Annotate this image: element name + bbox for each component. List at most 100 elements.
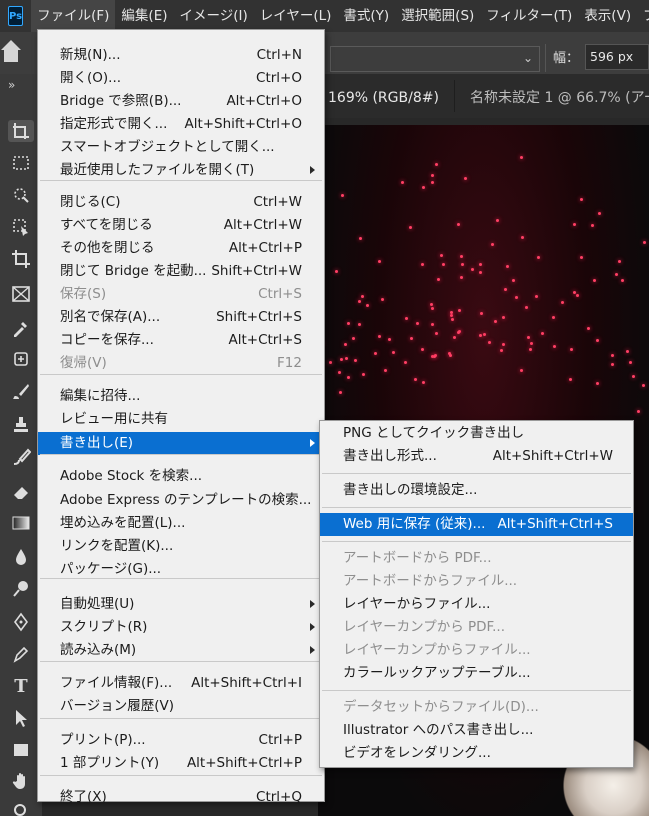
file-menu-item-save-a-copy[interactable]: コピーを保存... Alt+Ctrl+S <box>38 329 324 352</box>
brush-tool-icon[interactable] <box>8 381 34 403</box>
menu-edit[interactable]: 編集(E) <box>115 0 173 32</box>
file-menu-item-open-as[interactable]: 指定形式で開く... Alt+Shift+Ctrl+O <box>38 113 324 136</box>
export-menu-item-render-video[interactable]: ビデオをレンダリング... <box>320 742 633 765</box>
rectangle-tool-icon[interactable] <box>8 739 34 761</box>
gradient-tool-icon[interactable] <box>8 512 34 534</box>
menu-item-shortcut: Alt+Shift+Ctrl+I <box>191 675 302 691</box>
file-menu-item-search-adobe-stock[interactable]: Adobe Stock を検索... <box>38 465 324 488</box>
export-menu-item-color-lookup-tables[interactable]: カラールックアップテーブル... <box>320 662 633 685</box>
file-menu-item-close-and-go-to-bridge[interactable]: 閉じて Bridge を起動... Shift+Ctrl+W <box>38 260 324 283</box>
history-brush-tool-icon[interactable] <box>8 447 34 469</box>
marquee-tool-icon[interactable] <box>8 152 34 174</box>
menu-file[interactable]: ファイル(F) <box>31 0 116 32</box>
firework-spark <box>460 254 464 258</box>
menu-item-label: PNG としてクイック書き出し <box>343 425 525 441</box>
export-menu-item-layers-to-files[interactable]: レイヤーからファイル... <box>320 593 633 616</box>
menu-layer[interactable]: レイヤー(L) <box>254 0 338 32</box>
menu-filter[interactable]: フィルター(T) <box>480 0 578 32</box>
export-menu-item-data-sets-as-files[interactable]: データセットからファイル(D)... <box>320 696 633 719</box>
blur-tool-icon[interactable] <box>8 546 34 568</box>
export-menu-item-export-preferences[interactable]: 書き出しの環境設定... <box>320 479 633 502</box>
eyedropper-tool-icon[interactable] <box>8 317 34 339</box>
file-menu-item-save-as[interactable]: 別名で保存(A)... Shift+Ctrl+S <box>38 306 324 329</box>
tab-document-active[interactable]: 169% (RGB/8#) <box>328 88 439 108</box>
file-menu-item-new[interactable]: 新規(N)... Ctrl+N <box>38 44 324 67</box>
quick-selection-tool-icon[interactable] <box>8 184 34 206</box>
firework-spark <box>337 370 341 374</box>
firework-spark <box>434 162 438 166</box>
file-menu-item-close[interactable]: 閉じる(C) Ctrl+W <box>38 191 324 214</box>
export-menu-item-export-as[interactable]: 書き出し形式... Alt+Shift+Ctrl+W <box>320 445 633 468</box>
zoom-tool-icon[interactable] <box>8 800 34 816</box>
options-dropdown[interactable] <box>330 46 540 72</box>
file-menu-item-invite-to-edit[interactable]: 編集に招待... <box>38 385 324 408</box>
export-menu-item-artboards-to-files[interactable]: アートボードからファイル... <box>320 570 633 593</box>
menu-plugins[interactable]: プラ <box>637 0 649 32</box>
frame-tool-icon[interactable] <box>8 283 34 305</box>
file-menu-item-save[interactable]: 保存(S) Ctrl+S <box>38 283 324 306</box>
object-selection-tool-icon[interactable] <box>8 216 34 238</box>
file-menu-item-automate[interactable]: 自動処理(U) <box>38 593 324 616</box>
artboard-tool-icon[interactable] <box>8 120 34 142</box>
file-menu-item-place-linked[interactable]: リンクを配置(K)... <box>38 535 324 558</box>
width-label: 幅： <box>553 51 580 66</box>
file-menu-item-revert[interactable]: 復帰(V) F12 <box>38 352 324 375</box>
export-menu-item-artboards-to-pdf[interactable]: アートボードから PDF... <box>320 547 633 570</box>
file-menu-item-open-recent[interactable]: 最近使用したファイルを開く(T) <box>38 159 324 182</box>
firework-spark <box>439 253 443 257</box>
file-menu-item-export[interactable]: 書き出し(E) <box>38 432 324 455</box>
firework-spark <box>334 269 338 273</box>
file-menu-item-version-history[interactable]: バージョン履歴(V) <box>38 695 324 718</box>
file-menu-item-share-for-review[interactable]: レビュー用に共有 <box>38 408 324 431</box>
file-menu-item-place-embedded[interactable]: 埋め込みを配置(L)... <box>38 512 324 535</box>
file-menu-item-file-info[interactable]: ファイル情報(F)... Alt+Shift+Ctrl+I <box>38 672 324 695</box>
clone-stamp-tool-icon[interactable] <box>8 414 34 436</box>
firework-spark <box>569 347 573 351</box>
file-menu-item-search-adobe-express-templates[interactable]: Adobe Express のテンプレートの検索... <box>38 489 324 512</box>
file-menu-item-close-others[interactable]: その他を閉じる Alt+Ctrl+P <box>38 237 324 260</box>
firework-spark <box>595 381 599 385</box>
file-menu-item-open[interactable]: 開く(O)... Ctrl+O <box>38 67 324 90</box>
menu-item-label: 開く(O)... <box>60 70 122 86</box>
export-menu-item-quick-export-png[interactable]: PNG としてクイック書き出し <box>320 422 633 445</box>
crop-tool-icon[interactable] <box>8 248 34 270</box>
firework-spark <box>449 313 453 317</box>
file-menu-item-open-as-smart-object[interactable]: スマートオブジェクトとして開く... <box>38 136 324 159</box>
menu-view[interactable]: 表示(V) <box>578 0 637 32</box>
pen-tool-icon[interactable] <box>8 611 34 633</box>
hand-tool-icon[interactable] <box>8 770 34 792</box>
menu-item-label: レビュー用に共有 <box>60 411 168 427</box>
file-menu-item-browse-in-bridge[interactable]: Bridge で参照(B)... Alt+Ctrl+O <box>38 90 324 113</box>
tab-document-untitled[interactable]: 名称未設定 1 @ 66.7% (アー <box>470 88 649 108</box>
file-menu-item-import[interactable]: 読み込み(M) <box>38 639 324 662</box>
export-menu-item-layer-comps-to-pdf[interactable]: レイヤーカンプから PDF... <box>320 616 633 639</box>
menu-image[interactable]: イメージ(I) <box>174 0 254 32</box>
firework-spark <box>328 360 332 364</box>
width-input[interactable]: 596 px <box>585 44 649 70</box>
file-menu-item-exit[interactable]: 終了(X) Ctrl+Q <box>38 786 324 809</box>
file-menu-item-print[interactable]: プリント(P)... Ctrl+P <box>38 729 324 752</box>
pen-tool-icon[interactable] <box>8 643 34 665</box>
file-menu-item-print-one-copy[interactable]: 1 部プリント(Y) Alt+Shift+Ctrl+P <box>38 752 324 775</box>
firework-spark <box>345 357 349 361</box>
menu-item-label: 指定形式で開く... <box>60 116 168 132</box>
eraser-tool-icon[interactable] <box>8 481 34 503</box>
path-selection-tool-icon[interactable] <box>8 707 34 729</box>
type-tool-icon[interactable]: T <box>8 675 34 697</box>
healing-brush-tool-icon[interactable] <box>8 348 34 370</box>
file-menu-item-close-all[interactable]: すべてを閉じる Alt+Ctrl+W <box>38 214 324 237</box>
firework-spark <box>430 174 434 178</box>
export-menu-item-paths-to-illustrator[interactable]: Illustrator へのパス書き出し... <box>320 719 633 742</box>
menu-item-label: 書き出し形式... <box>343 448 437 464</box>
home-icon[interactable] <box>0 40 24 66</box>
export-menu-item-save-for-web-legacy[interactable]: Web 用に保存 (従来)... Alt+Shift+Ctrl+S <box>320 513 633 536</box>
menu-item-shortcut: Ctrl+N <box>256 47 302 63</box>
menu-type[interactable]: 書式(Y) <box>337 0 395 32</box>
chevron-down-icon[interactable]: ⌄ <box>523 51 533 65</box>
menu-select[interactable]: 選択範囲(S) <box>395 0 480 32</box>
export-menu-item-layer-comps-to-files[interactable]: レイヤーカンプからファイル... <box>320 639 633 662</box>
collapse-panel-icon[interactable]: » <box>8 78 15 92</box>
file-menu-item-scripts[interactable]: スクリプト(R) <box>38 616 324 639</box>
firework-spark <box>415 321 419 325</box>
dodge-tool-icon[interactable] <box>8 578 34 600</box>
